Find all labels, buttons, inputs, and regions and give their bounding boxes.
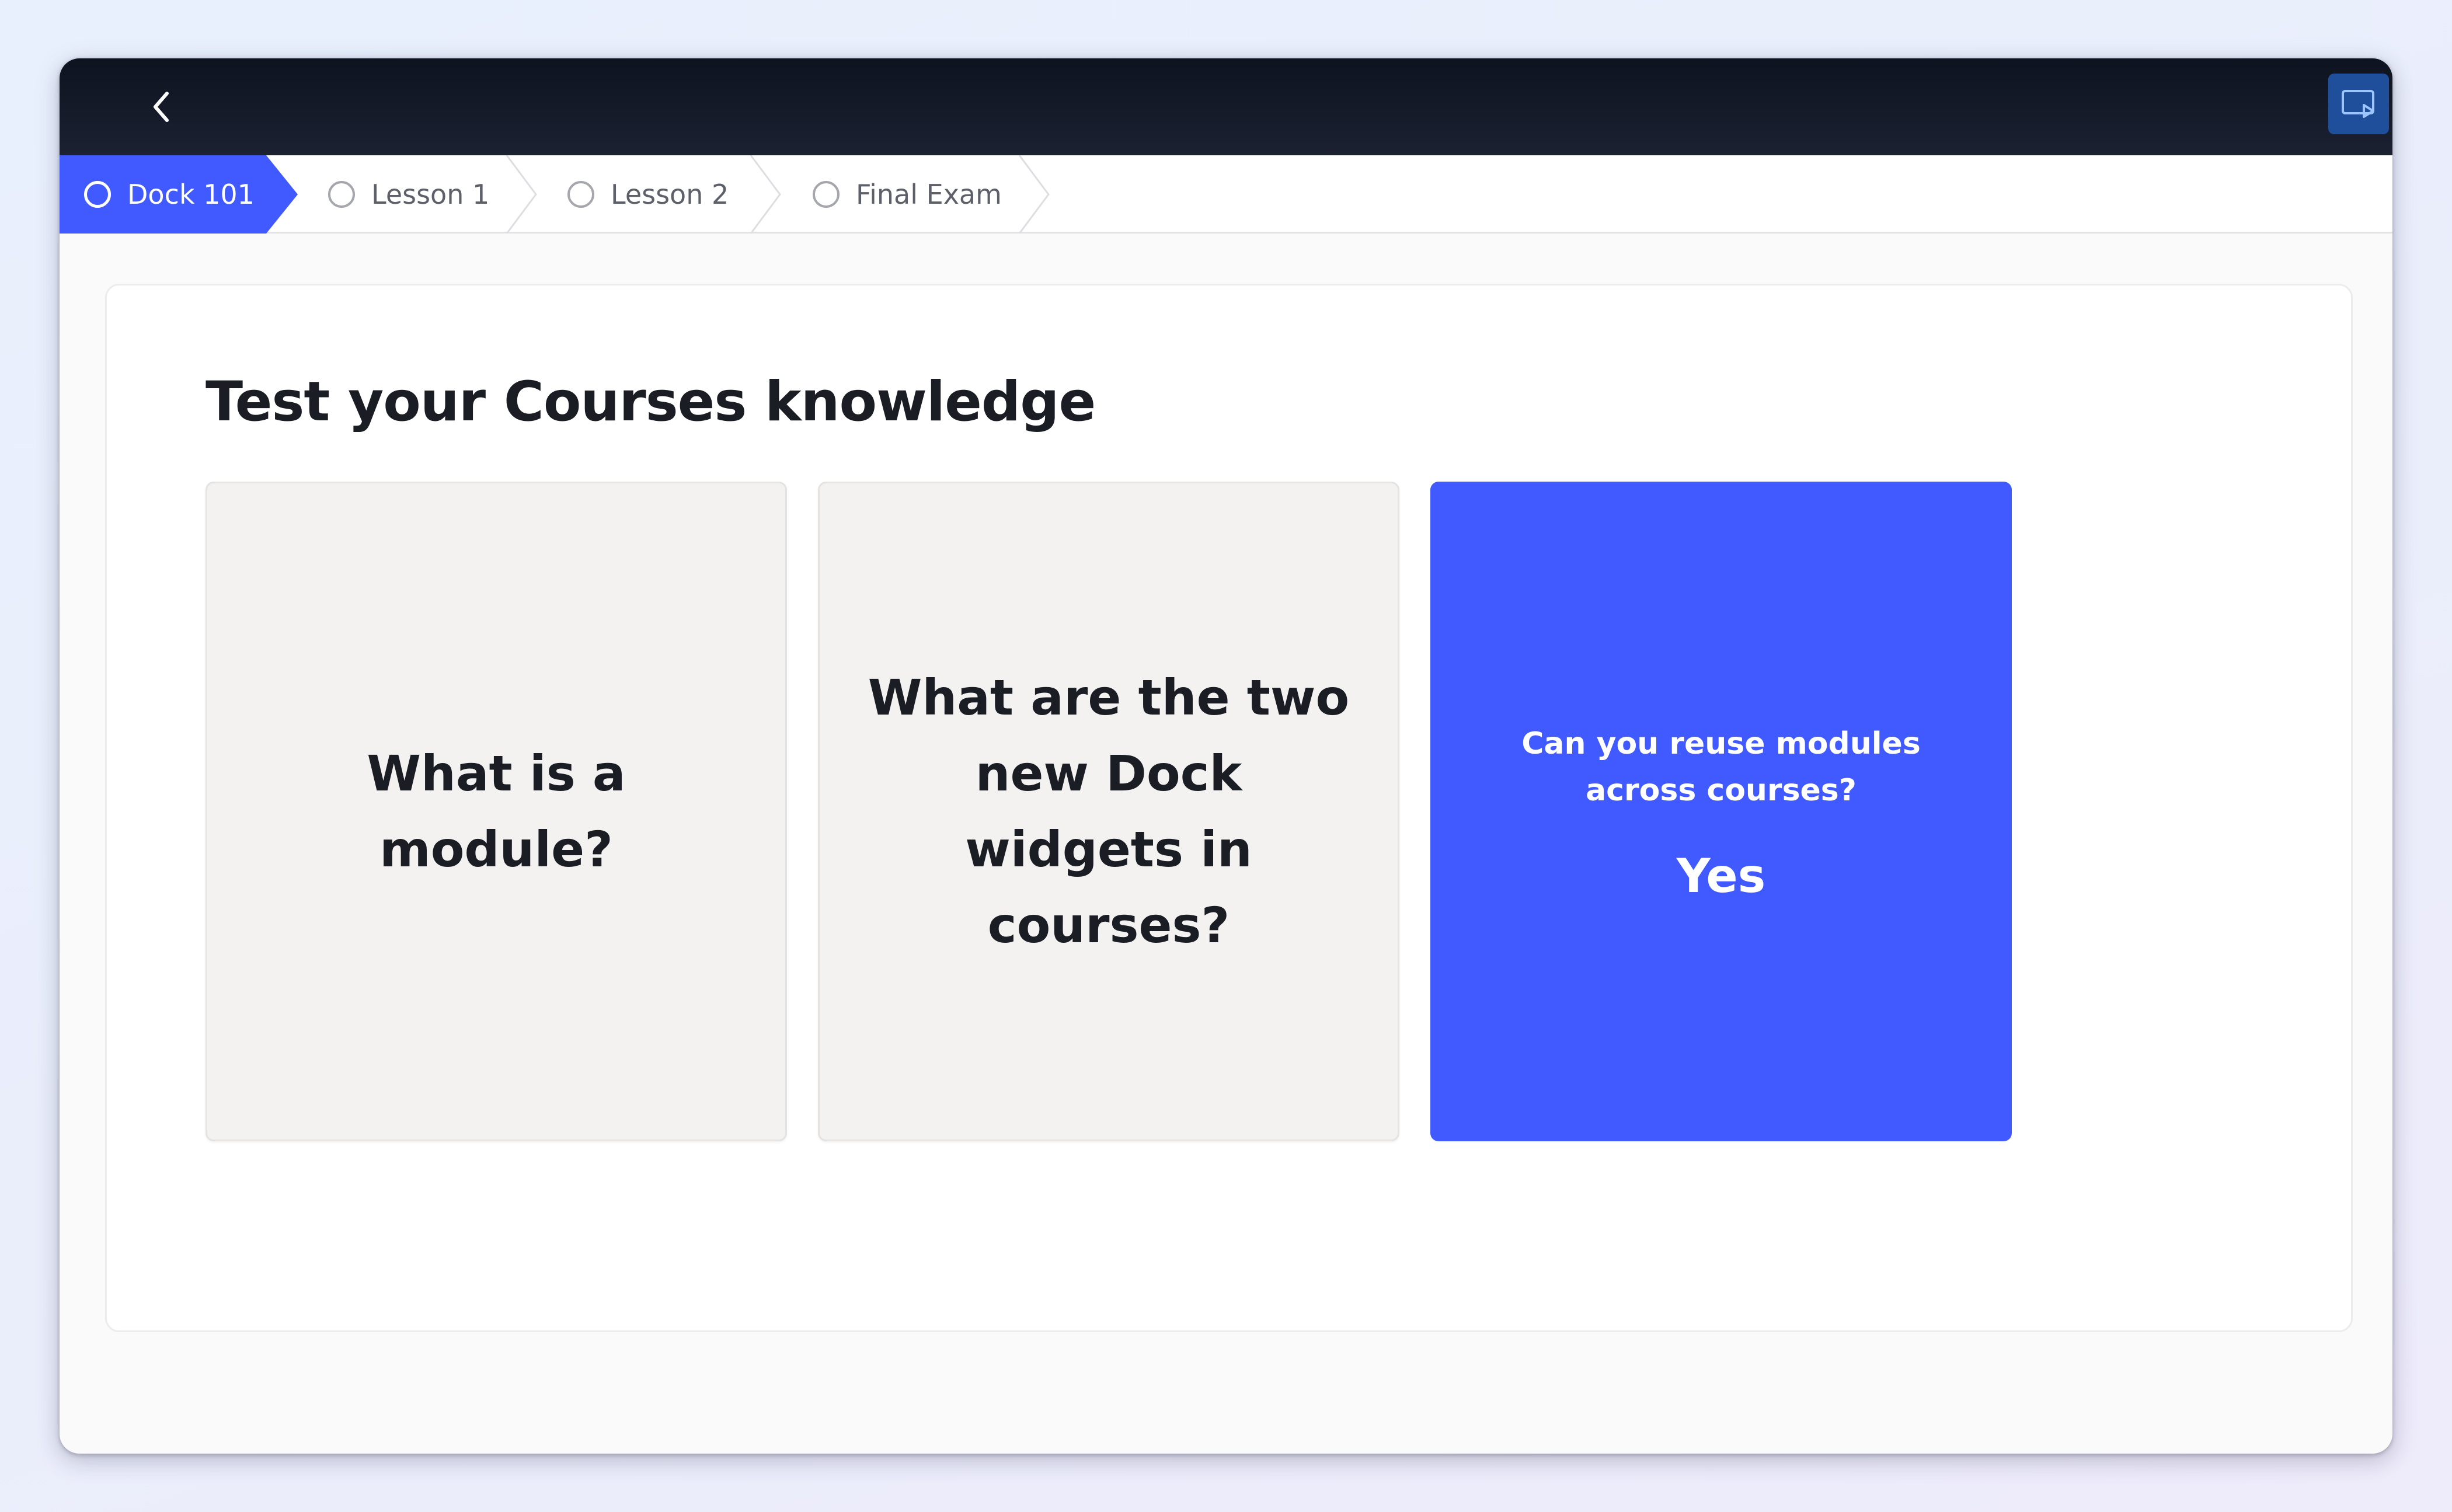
flashcard-dock-widgets[interactable]: What are the two new Dock widgets in cou… — [818, 482, 1399, 1141]
app-window: Dock 101 Lesson 1 Lesson 2 Final Exam Te… — [60, 58, 2392, 1454]
flashcard-reuse-modules[interactable]: Can you reuse modules across courses? Ye… — [1430, 482, 2012, 1141]
back-button[interactable] — [135, 83, 188, 130]
step-dock-101[interactable]: Dock 101 — [84, 155, 255, 234]
step-divider — [1018, 155, 1050, 234]
page-title: Test your Courses knowledge — [206, 370, 1096, 434]
flashcard-question: Can you reuse modules across courses? — [1521, 726, 1921, 808]
step-final-exam[interactable]: Final Exam — [813, 155, 1002, 234]
chevron-left-icon — [154, 92, 169, 122]
circle-outline-icon — [567, 181, 594, 208]
step-label: Lesson 1 — [371, 179, 490, 210]
step-lesson-1[interactable]: Lesson 1 — [328, 155, 489, 234]
step-lesson-2[interactable]: Lesson 2 — [567, 155, 729, 234]
flashcard-module[interactable]: What is a module? — [206, 482, 787, 1141]
step-label: Final Exam — [856, 179, 1002, 210]
circle-outline-icon — [813, 181, 840, 208]
step-divider — [750, 155, 781, 234]
quiz-panel: Test your Courses knowledge What is a mo… — [105, 284, 2353, 1332]
top-bar — [60, 58, 2392, 155]
step-label: Dock 101 — [127, 179, 255, 210]
present-button[interactable] — [2328, 74, 2389, 134]
flashcard-question: What are the two new Dock widgets in cou… — [868, 669, 1350, 954]
step-divider — [506, 155, 537, 234]
flashcard-question: What is a module? — [367, 745, 626, 878]
circle-outline-icon — [84, 181, 111, 208]
flashcard-answer: Yes — [1676, 848, 1766, 903]
present-screen-icon — [2342, 90, 2374, 118]
step-label: Lesson 2 — [611, 179, 729, 210]
circle-outline-icon — [328, 181, 355, 208]
